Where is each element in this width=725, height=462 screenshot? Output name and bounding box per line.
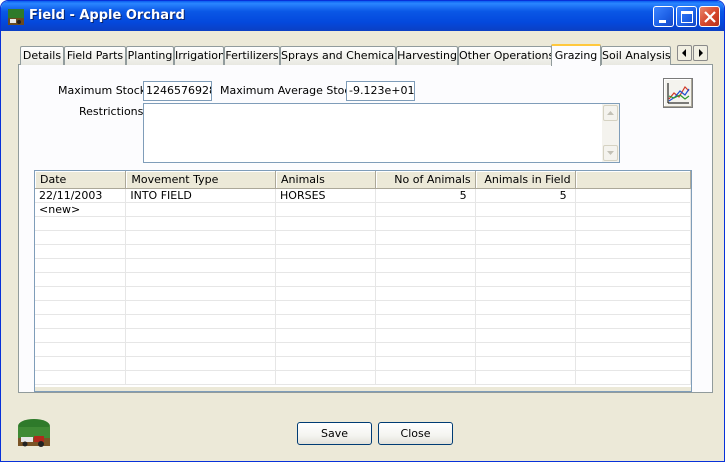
cell-movement-type[interactable]: INTO FIELD [125,188,277,203]
tab-soil-analysis[interactable]: Soil Analysis [601,46,671,65]
field-app-icon [8,9,24,25]
tab-irrigation[interactable]: Irrigation [174,46,224,65]
field-tractor-icon [17,418,51,448]
column-header-animals[interactable]: Animals [275,171,376,189]
tab-label: Details [22,49,62,62]
line-graph-icon [667,83,690,104]
cell-filler [575,188,691,203]
restrictions-label: Restrictions: [79,105,148,118]
max-average-stock-field[interactable]: -9.123e+019 [346,81,415,101]
tab-label: Irrigation [175,49,224,62]
cell-animals[interactable]: HORSES [275,188,376,203]
empty-row [35,244,691,259]
window-title: Field - Apple Orchard [29,8,185,23]
close-button[interactable] [699,6,720,27]
cell-animals[interactable] [275,202,376,217]
grid-bottom-strip [35,387,691,391]
column-header-date[interactable]: Date [35,171,127,189]
tab-field-parts[interactable]: Field Parts [64,46,126,65]
cell-date[interactable]: 22/11/2003 [35,188,127,203]
column-header-movement-type[interactable]: Movement Type [125,171,277,189]
arrow-right-icon [699,49,703,57]
cell-no-of-animals[interactable]: 5 [375,188,476,203]
tab-label: Field Parts [66,49,124,62]
tab-scroll-right-button[interactable] [693,45,708,61]
tab-grazing[interactable]: Grazing [551,44,601,66]
tab-label: Harvesting [397,49,457,62]
tab-label: Sprays and Chemicals [281,49,396,62]
maximize-button[interactable] [676,6,697,27]
title-bar[interactable]: Field - Apple Orchard [1,1,724,31]
cell-filler [575,202,691,217]
max-stock-label: Maximum Stock: [58,84,150,97]
field-window: Field - Apple Orchard Details Field Part… [0,0,725,462]
column-header-filler [575,171,691,189]
scroll-up-button[interactable] [603,105,618,121]
column-header-animals-in-field[interactable]: Animals in Field [475,171,576,189]
max-average-stock-label: Maximum Average Stock: [220,84,361,97]
tab-strip: Details Field Parts Planting Irrigation … [18,44,713,66]
tab-planting[interactable]: Planting [126,46,174,65]
cell-animals-in-field[interactable]: 5 [475,188,576,203]
tab-label: Grazing [554,49,598,62]
save-button[interactable]: Save [297,422,372,445]
table-row-new[interactable]: <new> [35,202,691,217]
tab-fertilizers[interactable]: Fertilizers [224,46,280,65]
arrow-left-icon [682,49,686,57]
tab-scroll-left-button[interactable] [677,45,692,61]
graph-button[interactable] [663,78,693,108]
restrictions-scrollbar[interactable] [602,104,619,162]
empty-row [35,314,691,329]
empty-row [35,216,691,231]
empty-row [35,286,691,301]
cell-animals-in-field[interactable] [475,202,576,217]
cell-date[interactable]: <new> [35,202,127,217]
max-stock-field[interactable]: 1246576928 [143,81,212,101]
arrow-up-icon [607,111,614,115]
tab-other-operations[interactable]: Other Operations [458,46,552,65]
tab-harvesting[interactable]: Harvesting [396,46,458,65]
grid-header-row: Date Movement Type Animals No of Animals… [35,171,691,189]
cell-movement-type[interactable] [125,202,277,217]
table-row[interactable]: 22/11/2003 INTO FIELD HORSES 5 5 [35,188,691,203]
minimize-icon [659,20,666,23]
minimize-button[interactable] [653,6,674,27]
cell-no-of-animals[interactable] [375,202,476,217]
close-icon [704,11,716,23]
empty-rows [35,216,691,385]
movements-table: Date Movement Type Animals No of Animals… [35,171,691,385]
arrow-down-icon [607,151,614,155]
empty-row [35,230,691,245]
tab-label: Soil Analysis [602,49,671,62]
empty-row [35,300,691,315]
tab-sprays-and-chemicals[interactable]: Sprays and Chemicals [280,46,396,65]
empty-row [35,258,691,273]
column-header-no-of-animals[interactable]: No of Animals [375,171,476,189]
tab-details[interactable]: Details [20,46,64,65]
tab-label: Other Operations [459,49,552,62]
empty-row [35,272,691,287]
empty-row [35,370,691,385]
tab-label: Planting [127,49,173,62]
empty-row [35,328,691,343]
scroll-down-button[interactable] [603,145,618,161]
tab-label: Fertilizers [225,49,279,62]
restrictions-textarea[interactable] [143,103,620,163]
movements-grid[interactable]: Date Movement Type Animals No of Animals… [34,170,692,392]
maximize-icon [681,11,693,23]
empty-row [35,356,691,371]
close-dialog-button[interactable]: Close [378,422,453,445]
empty-row [35,342,691,357]
